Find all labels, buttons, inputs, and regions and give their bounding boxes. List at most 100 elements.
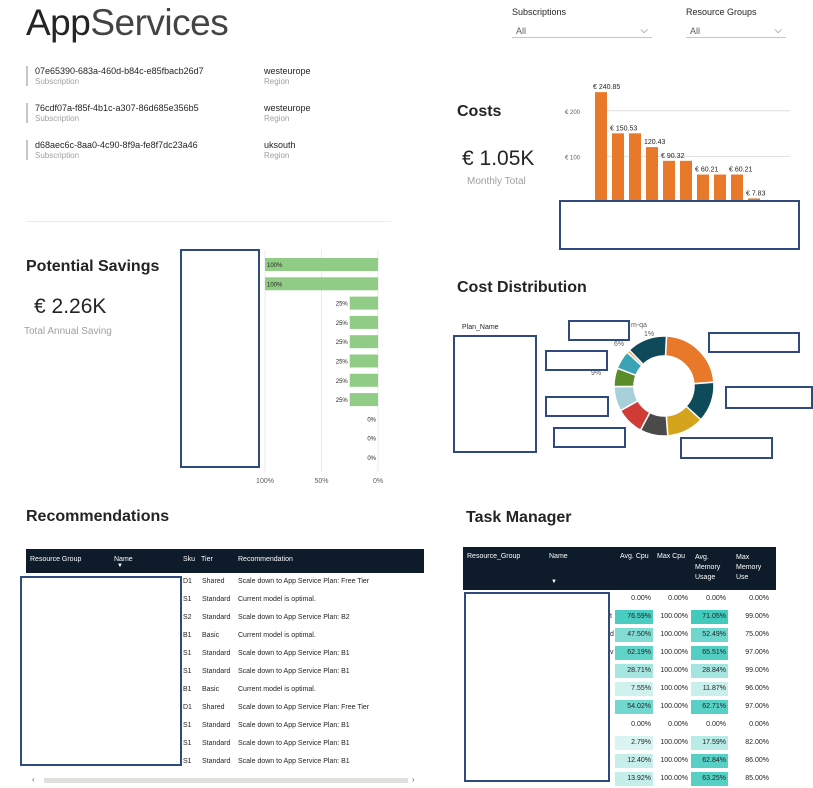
column-header[interactable]: Recommendation [238, 556, 293, 563]
bar-data-label: € 240.85 [593, 84, 620, 91]
savings-chart[interactable]: 100% 100% 25% 25% 25% 25% 25% 25% 0% 0% 0% 100% 50% 0… [255, 250, 390, 490]
sku-cell: B1 [183, 686, 192, 693]
avg-memory-cell: 62.71% [691, 700, 728, 714]
redaction-box [568, 320, 630, 341]
savings-bar[interactable] [349, 315, 378, 329]
region-value: westeurope [264, 66, 311, 76]
max-memory-cell: 85.00% [745, 775, 769, 782]
cost-bar[interactable] [714, 174, 726, 202]
avg-cpu-cell: 2.79% [615, 736, 653, 750]
avg-memory-cell: 65.51% [691, 646, 728, 660]
cost-bar[interactable] [697, 174, 709, 202]
region-caption: Region [264, 151, 290, 160]
savings-bar[interactable] [349, 393, 378, 407]
cost-bar[interactable] [680, 160, 692, 202]
costs-total-caption: Monthly Total [467, 176, 526, 187]
chevron-down-icon: ⌵ [774, 25, 782, 36]
subscription-caption: Subscription [35, 114, 80, 123]
column-header[interactable]: Resource_Group [467, 553, 520, 560]
chevron-down-icon: ⌵ [640, 25, 648, 36]
max-memory-cell: 97.00% [745, 649, 769, 656]
cost-bar[interactable] [629, 133, 641, 202]
bar-data-label: 100% [267, 282, 283, 288]
column-header[interactable]: Max Cpu [657, 553, 685, 560]
max-cpu-cell: 100.00% [660, 685, 688, 692]
avg-memory-cell: 0.00% [706, 721, 726, 728]
column-header[interactable]: Name [549, 553, 568, 560]
column-header[interactable]: Name [114, 556, 133, 563]
sku-cell: D1 [183, 578, 192, 585]
bar-data-label: 0% [367, 417, 376, 423]
max-memory-cell: 97.00% [745, 703, 769, 710]
subscription-card[interactable]: 07e65390-683a-460d-b84c-e85fbacb26d7 Sub… [26, 66, 365, 86]
cost-bar[interactable] [646, 147, 658, 202]
sort-desc-icon[interactable]: ▼ [551, 579, 557, 585]
bar-data-label: € 90.32 [661, 153, 684, 160]
avg-memory-cell: 28.84% [691, 664, 728, 678]
scroll-right-icon[interactable]: › [412, 775, 415, 784]
avg-memory-cell: 17.59% [691, 736, 728, 750]
subscription-card[interactable]: 76cdf07a-f85f-4b1c-a307-86d685e356b5 Sub… [26, 103, 365, 123]
costs-title: Costs [457, 103, 502, 120]
redaction-box [725, 386, 813, 409]
savings-bar[interactable] [349, 296, 378, 310]
avg-memory-cell: 63.25% [691, 772, 728, 786]
bar-data-label: 25% [336, 379, 349, 385]
cost-bar[interactable] [663, 160, 675, 202]
sku-cell: S2 [183, 614, 192, 621]
tier-cell: Shared [202, 578, 225, 585]
savings-title: Potential Savings [26, 258, 160, 275]
avg-memory-cell: 62.84% [691, 754, 728, 768]
sku-cell: B1 [183, 632, 192, 639]
recommendation-cell: Current model is optimal. [238, 686, 316, 693]
savings-bar[interactable] [349, 335, 378, 349]
bar-data-label: € 7.83 [746, 190, 766, 197]
subscription-card[interactable]: d68aec6c-8aa0-4c90-8f9a-fe8f7dc23a46 Sub… [26, 140, 365, 160]
bar-data-label: 25% [336, 360, 349, 366]
column-header[interactable]: Max Memory Use [736, 553, 774, 583]
resource-groups-dropdown[interactable]: All ⌵ [686, 22, 786, 38]
avg-cpu-cell: 0.00% [631, 721, 651, 728]
tier-cell: Shared [202, 704, 225, 711]
scroll-left-icon[interactable]: ‹ [32, 775, 35, 784]
donut-slice[interactable] [664, 335, 715, 385]
sku-cell: S1 [183, 740, 192, 747]
savings-total-caption: Total Annual Saving [24, 326, 112, 337]
avg-cpu-cell: 54.02% [615, 700, 653, 714]
column-header[interactable]: Sku [183, 556, 195, 563]
cost-bar[interactable] [612, 133, 624, 202]
avg-cpu-cell: 12.40% [615, 754, 653, 768]
max-memory-cell: 96.00% [745, 685, 769, 692]
recommendation-cell: Scale down to App Service Plan: Free Tie… [238, 704, 370, 711]
subscriptions-value: All [516, 26, 527, 36]
region-caption: Region [264, 77, 290, 86]
max-memory-cell: 99.00% [745, 667, 769, 674]
redaction-box [680, 437, 773, 459]
avg-memory-cell: 11.87% [691, 682, 728, 696]
max-memory-cell: 75.00% [745, 631, 769, 638]
recommendation-cell: Current model is optimal. [238, 632, 316, 639]
column-header[interactable]: Avg. Memory Usage [695, 553, 733, 583]
costs-total: € 1.05K [462, 147, 535, 170]
savings-bar[interactable] [349, 354, 378, 368]
region-caption: Region [264, 114, 290, 123]
avg-memory-cell: 71.05% [691, 610, 728, 624]
avg-cpu-cell: 28.71% [615, 664, 653, 678]
column-header[interactable]: Avg. Cpu [620, 553, 649, 560]
savings-total: € 2.26K [34, 295, 107, 318]
subscriptions-label: Subscriptions [512, 7, 567, 17]
redaction-box [453, 335, 537, 453]
title-part-app: App [26, 2, 91, 43]
horizontal-scrollbar[interactable] [44, 778, 408, 783]
subscription-caption: Subscription [35, 77, 80, 86]
subscriptions-dropdown[interactable]: All ⌵ [512, 22, 652, 38]
name-fragment: v [610, 649, 614, 656]
cost-bar[interactable] [595, 92, 607, 202]
column-header[interactable]: Tier [201, 556, 213, 563]
cost-bar[interactable] [731, 174, 743, 202]
column-header[interactable]: Resource Group [30, 556, 81, 563]
savings-bar[interactable] [349, 373, 378, 387]
tier-cell: Standard [202, 614, 231, 621]
sort-desc-icon[interactable]: ▼ [117, 563, 123, 569]
legend-title: Plan_Name [462, 324, 499, 331]
